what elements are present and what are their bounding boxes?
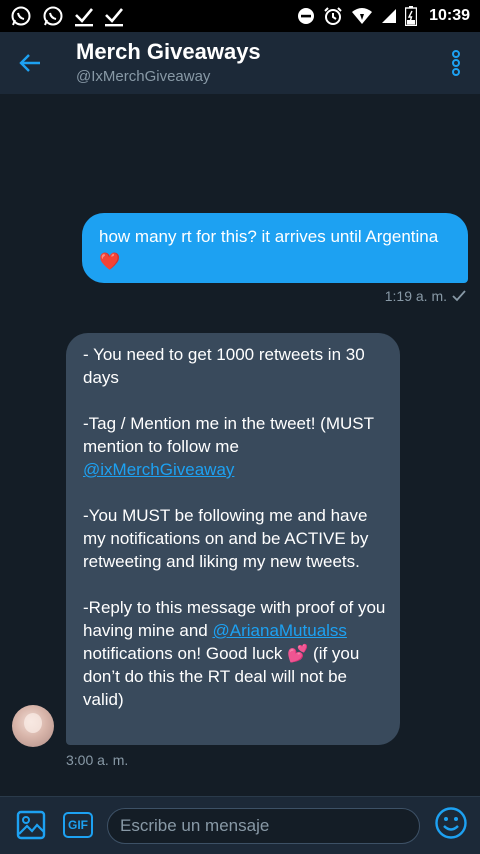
incoming-message-time: 3:00 a. m. [66,752,129,768]
message-paragraph: - You need to get 1000 retweets in 30 da… [83,345,365,387]
sent-check-icon [452,290,466,302]
message-paragraph: -Reply to this message with proof of you… [83,596,386,711]
conversation-handle: @IxMerchGiveaway [76,68,211,85]
conversation-titles[interactable]: Merch Giveaways @IxMerchGiveaway [76,39,261,87]
outgoing-message-bubble[interactable]: how many rt for this? it arrives until A… [82,213,468,283]
message-composer: GIF [0,796,480,854]
battery-icon [405,6,418,26]
message-input[interactable] [107,808,420,844]
mention-link[interactable]: @ixMerchGiveaway [83,460,234,479]
smiley-icon [435,807,467,839]
outgoing-message-time: 1:19 a. m. [384,288,447,304]
message-paragraph: -You MUST be following me and have my no… [83,506,369,571]
outgoing-message-meta: 1:19 a. m. [385,288,466,304]
message-text: -Tag / Mention me in the tweet! (MUST me… [83,414,374,456]
image-icon [16,810,46,840]
message-text: notifications on! Good luck [83,644,283,663]
whatsapp-icon [10,5,32,27]
mention-link[interactable]: @ArianaMutualss [213,621,347,640]
cell-signal-icon [381,8,397,24]
alarm-icon [323,6,343,26]
overflow-menu-button[interactable] [446,48,466,78]
incoming-message-bubble[interactable]: - You need to get 1000 retweets in 30 da… [66,333,400,745]
status-time: 10:39 [429,7,470,24]
emoji-button[interactable] [434,806,468,845]
wifi-icon [351,7,373,25]
conversation-title: Merch Giveaways [76,39,261,64]
more-vertical-icon [452,50,460,76]
message-paragraph: -Tag / Mention me in the tweet! (MUST me… [83,412,386,481]
status-bar: 10:39 [0,0,480,32]
gif-button[interactable]: GIF [63,812,93,838]
back-button[interactable] [0,32,60,94]
two-hearts-emoji: 💕 [287,644,309,663]
outgoing-message-text: how many rt for this? it arrives until A… [99,227,439,246]
conversation-header: Merch Giveaways @IxMerchGiveaway [0,32,480,94]
check-download-icon [74,5,94,27]
avatar[interactable] [12,705,54,747]
do-not-disturb-icon [297,7,315,25]
add-photo-button[interactable] [16,810,46,845]
check-download-icon [104,5,124,27]
back-arrow-icon [19,54,40,72]
heart-emoji: ❤️ [99,252,121,271]
whatsapp-icon [42,5,64,27]
